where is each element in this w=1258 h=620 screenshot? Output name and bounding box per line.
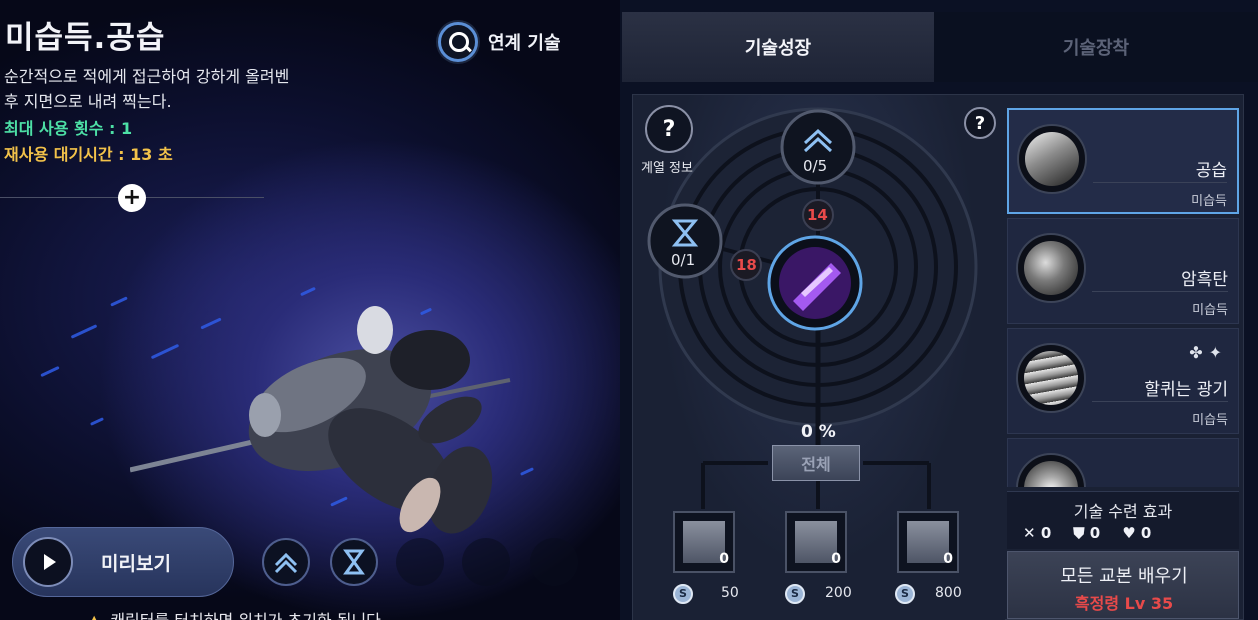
book-cost: 200 [825, 585, 852, 601]
link-skill-button[interactable]: 연계 기술 [438, 22, 561, 62]
skill-status: 미습득 [1191, 194, 1227, 209]
coin-icon: S [895, 584, 915, 604]
skill-dark-hand-icon [1016, 233, 1086, 303]
sparkle-effect [110, 296, 128, 307]
all-button[interactable]: 전체 [772, 445, 860, 481]
top-node-value: 0/5 [803, 157, 828, 175]
cooldown-stat: 재사용 대기시간 : 13 초 [4, 145, 173, 164]
defense-stat: ⛊ 0 [1073, 524, 1101, 542]
skill-growth-panel: 기술성장 기술장착 ? 계열 정보 0/5 0/1 14 18 ? 0 % 전체… [620, 0, 1258, 620]
skill-item[interactable]: 공습 미습득 [1007, 108, 1239, 214]
play-icon [23, 537, 73, 587]
preview-slot-empty [462, 538, 510, 586]
help-button[interactable]: ? [964, 107, 996, 139]
skill-title: 미습득.공습 [5, 20, 166, 56]
attack-stat: ✕ 0 [1023, 524, 1052, 542]
divider [1092, 401, 1228, 402]
warning-text: 캐릭터를 터치하면 위치가 초기화 됩니다 [110, 611, 381, 620]
training-stats: ✕ 0 ⛊ 0 ♥ 0 [1023, 524, 1151, 542]
top-node-badge: 14 [807, 206, 828, 224]
book-count: 0 [719, 551, 729, 567]
preview-label: 미리보기 [101, 552, 171, 575]
skill-description: 순간적으로 적에게 접근하여 강하게 올려벤 후 지면으로 내려 찍는다. [4, 67, 290, 111]
growth-percent: 0 % [801, 422, 836, 442]
sparkle-effect [40, 365, 60, 378]
skill-status: 미습득 [1192, 413, 1228, 428]
learn-all-button[interactable]: 모든 교본 배우기 흑정령 Lv 35 [1007, 551, 1239, 619]
chevron-up-icon [274, 552, 298, 574]
series-help-button[interactable]: ? [645, 105, 693, 153]
left-node-badge: 18 [736, 256, 757, 274]
rune-icons: ✤✦ [1189, 343, 1228, 362]
skill-name: 암흑탄 [1181, 270, 1228, 290]
preview-slot-empty [396, 538, 444, 586]
left-node-value: 0/1 [671, 251, 696, 269]
book-count: 0 [831, 551, 841, 567]
preview-slot-chevron[interactable] [262, 538, 310, 586]
shield-icon: ⛊ [1073, 524, 1085, 542]
skill-strike-icon [1017, 124, 1087, 194]
divider [1093, 182, 1227, 183]
search-icon [438, 22, 478, 62]
skill-item[interactable] [1007, 438, 1239, 487]
hourglass-icon [343, 549, 365, 575]
skill-item[interactable]: ✤✦ 할퀴는 광기 미습득 [1007, 328, 1239, 434]
max-uses-stat: 최대 사용 횟수 : 1 [4, 119, 133, 138]
divider [1092, 291, 1228, 292]
health-stat: ♥ 0 [1122, 524, 1152, 542]
learn-all-label: 모든 교본 배우기 [1060, 566, 1188, 587]
sword-icon: ✕ [1023, 524, 1036, 542]
tab-skill-equip[interactable]: 기술장착 [934, 12, 1258, 82]
coin-icon: S [785, 584, 805, 604]
skill-name: 공습 [1195, 161, 1227, 181]
character-model[interactable] [130, 290, 600, 550]
skill-list: 공습 미습득 암흑탄 미습득 ✤✦ 할퀴는 광기 미습득 [1007, 95, 1243, 487]
warning-message: ▲ 캐릭터를 터치하면 위치가 초기화 됩니다 [88, 607, 381, 620]
book-cost: 50 [721, 585, 739, 601]
sparkle-effect [90, 417, 104, 426]
tab-skill-growth[interactable]: 기술성장 [622, 12, 934, 82]
heart-icon: ♥ [1122, 524, 1136, 542]
preview-slot-empty [530, 538, 578, 586]
series-info-label: 계열 정보 [641, 161, 693, 176]
skill-name: 할퀴는 광기 [1144, 380, 1228, 400]
coin-icon: S [673, 584, 693, 604]
skill-book-3[interactable]: 0 [897, 511, 959, 573]
training-title: 기술 수련 효과 [1073, 502, 1173, 521]
book-cost: 800 [935, 585, 962, 601]
growth-content: ? 계열 정보 0/5 0/1 14 18 ? 0 % 전체 0 0 0 S 5… [632, 94, 1244, 620]
skill-book-1[interactable]: 0 [673, 511, 735, 573]
skill-burst-icon [1016, 453, 1086, 487]
learn-requirement: 흑정령 Lv 35 [1074, 594, 1174, 613]
warning-icon: ▲ [88, 611, 100, 620]
expand-button[interactable]: + [118, 184, 146, 212]
skill-claw-icon [1016, 343, 1086, 413]
skill-tree: ? 계열 정보 0/5 0/1 14 18 ? 0 % 전체 0 0 0 S 5… [633, 95, 1005, 620]
skill-book-2[interactable]: 0 [785, 511, 847, 573]
sparkle-effect [70, 324, 98, 339]
preview-slot-hourglass[interactable] [330, 538, 378, 586]
book-count: 0 [943, 551, 953, 567]
skill-status: 미습득 [1192, 303, 1228, 318]
skill-item[interactable]: 암흑탄 미습득 [1007, 218, 1239, 324]
skill-preview-panel: 미습득.공습 순간적으로 적에게 접근하여 강하게 올려벤 후 지면으로 내려 … [0, 0, 620, 620]
preview-button[interactable]: 미리보기 [12, 527, 234, 597]
training-effect: 기술 수련 효과 ✕ 0 ⛊ 0 ♥ 0 [1007, 491, 1239, 549]
link-skill-label: 연계 기술 [488, 33, 561, 54]
